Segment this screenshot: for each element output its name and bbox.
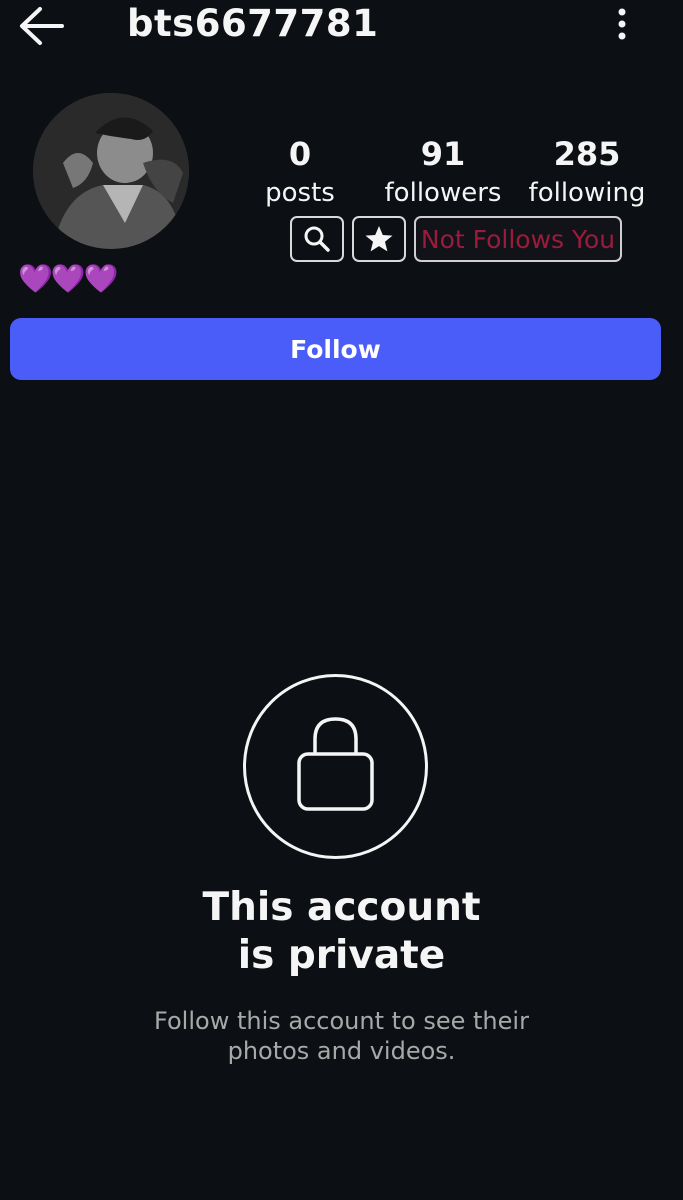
private-subtitle-line1: Follow this account to see their (154, 1007, 529, 1035)
private-subtitle: Follow this account to see their photos … (100, 1006, 583, 1066)
private-title-line2: is private (237, 933, 446, 978)
posts-label: posts (265, 178, 335, 208)
posts-stat[interactable]: 0 posts (250, 133, 350, 211)
star-chip-button[interactable] (352, 216, 406, 262)
follow-button[interactable]: Follow (10, 318, 661, 380)
private-subtitle-line2: photos and videos. (227, 1037, 456, 1065)
private-lock-badge (242, 673, 429, 860)
relation-status-chip[interactable]: Not Follows You (414, 216, 622, 262)
following-count: 285 (553, 135, 621, 173)
following-stat[interactable]: 285 following (522, 133, 652, 211)
following-label: following (528, 178, 646, 208)
arrow-left-icon (20, 7, 64, 45)
avatar-photo (33, 93, 189, 249)
search-chip-button[interactable] (290, 216, 344, 262)
private-title-line1: This account (202, 885, 481, 930)
top-bar: bts6677781 (0, 0, 683, 52)
back-button[interactable] (14, 4, 68, 48)
star-icon (365, 226, 393, 252)
profile-screen: bts6677781 💜💜💜 0 posts 91 followers 285 … (0, 0, 683, 1200)
more-vertical-icon (618, 8, 626, 40)
more-options-button[interactable] (606, 4, 638, 44)
followers-count: 91 (420, 135, 466, 173)
lock-icon (243, 674, 428, 859)
followers-stat[interactable]: 91 followers (378, 133, 508, 211)
search-icon (304, 226, 330, 252)
posts-count: 0 (288, 135, 312, 173)
private-title: This account is private (100, 884, 583, 980)
profile-username: bts6677781 (127, 2, 379, 45)
profile-bio: 💜💜💜 (18, 262, 119, 295)
followers-label: followers (384, 178, 502, 208)
profile-avatar[interactable] (33, 93, 189, 249)
